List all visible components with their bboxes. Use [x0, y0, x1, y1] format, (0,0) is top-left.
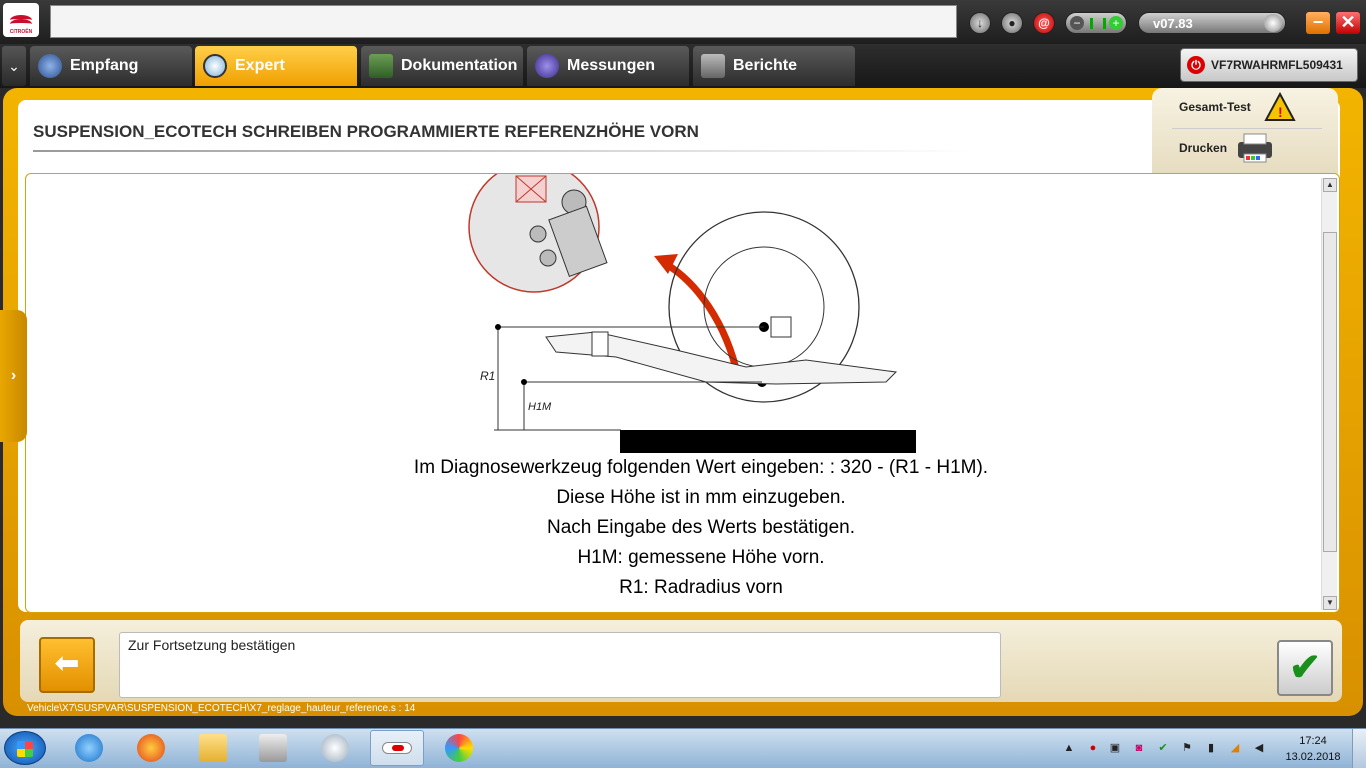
tray-flag-icon[interactable]: ⚑: [1180, 741, 1194, 755]
tab-empfang[interactable]: Empfang: [30, 46, 192, 86]
vin-label: VF7RWAHRMFL509431: [1211, 58, 1343, 72]
version-badge[interactable]: v07.83: [1138, 12, 1286, 34]
plus-icon[interactable]: +: [1109, 16, 1123, 30]
scroll-up-icon[interactable]: ▲: [1323, 178, 1337, 192]
message-text: Zur Fortsetzung bestätigen: [128, 637, 296, 653]
power-icon: ⏻: [1187, 56, 1205, 74]
tray-stop-icon[interactable]: ●: [1086, 741, 1100, 755]
book-icon: [369, 54, 393, 78]
drucken-button[interactable]: Drucken: [1179, 141, 1227, 155]
page-title: SUSPENSION_ECOTECH SCHREIBEN PROGRAMMIER…: [33, 122, 699, 141]
clock-date: 13.02.2018: [1285, 751, 1341, 763]
taskbar-calculator[interactable]: [246, 730, 300, 766]
windows-logo-icon: [17, 741, 33, 757]
side-panel-toggle[interactable]: ›: [0, 310, 27, 442]
taskbar-clock[interactable]: 17:24 13.02.2018: [1280, 733, 1346, 765]
taskbar-diagbox[interactable]: [370, 730, 424, 766]
start-button[interactable]: [4, 731, 46, 765]
side-actions: Gesamt-Test ! Drucken: [1152, 88, 1338, 174]
title-underline: [33, 150, 973, 152]
tab-label: Expert: [235, 57, 285, 74]
tray-media-icon[interactable]: ▣: [1108, 741, 1122, 755]
tab-berichte[interactable]: Berichte: [693, 46, 855, 86]
chevron-mark-icon: [10, 19, 32, 29]
address-field[interactable]: [50, 5, 957, 38]
vin-button[interactable]: ⏻ VF7RWAHRMFL509431: [1180, 48, 1358, 82]
ground-bar: [620, 430, 916, 453]
close-button[interactable]: ✕: [1336, 12, 1360, 34]
show-desktop-button[interactable]: [1352, 729, 1366, 768]
diagnostic-tool-icon: [321, 734, 349, 762]
folder-icon: [199, 734, 227, 762]
tray-app-icon[interactable]: ◙: [1132, 741, 1146, 755]
minimize-button[interactable]: −: [1306, 12, 1330, 34]
tab-messungen[interactable]: Messungen: [527, 46, 689, 86]
internet-explorer-icon: [75, 734, 103, 762]
firefox-icon: [137, 734, 165, 762]
magnifier-icon: [203, 54, 227, 78]
content-box: R1 H1M Im Diagnosewerkzeug folgenden Wer…: [25, 173, 1340, 613]
suspension-diagram: R1 H1M: [468, 174, 916, 453]
taskbar-diag-tool[interactable]: [308, 730, 362, 766]
instruction-line-3: Nach Eingabe des Werts bestätigen.: [546, 517, 856, 538]
tray-battery-icon[interactable]: ▮: [1204, 741, 1218, 755]
diagbox-icon: [382, 742, 412, 754]
instruction-line-1: Im Diagnosewerkzeug folgenden Wert einge…: [413, 457, 989, 478]
instruction-line-5: R1: Radradius vorn: [619, 577, 783, 598]
minus-icon[interactable]: −: [1070, 16, 1084, 30]
actions-separator: [1172, 128, 1322, 129]
tray-volume-icon[interactable]: ◀: [1252, 741, 1266, 755]
gesamt-test-button[interactable]: Gesamt-Test: [1179, 100, 1251, 114]
drucken-label: Drucken: [1179, 141, 1228, 155]
download-icon[interactable]: ↓: [969, 12, 991, 34]
back-button[interactable]: ⬅: [39, 637, 95, 693]
version-knob-icon[interactable]: [1264, 14, 1282, 32]
mail-icon[interactable]: @: [1033, 12, 1055, 34]
logo-text: CITROËN: [9, 29, 33, 35]
warning-icon[interactable]: !: [1260, 90, 1300, 122]
paint-icon: [445, 734, 473, 762]
version-label: v07.83: [1153, 16, 1193, 31]
taskbar-firefox[interactable]: [124, 730, 178, 766]
scroll-down-icon[interactable]: ▼: [1323, 596, 1337, 610]
taskbar-explorer[interactable]: [186, 730, 240, 766]
diagram-label-h1m: H1M: [528, 401, 552, 413]
svg-text:!: !: [1278, 104, 1283, 120]
tray-check-icon[interactable]: ✔: [1156, 741, 1170, 755]
gesamt-test-label: Gesamt-Test: [1179, 100, 1251, 114]
tray-signal-icon[interactable]: ◢: [1228, 741, 1242, 755]
instruction-line-4: H1M: gemessene Höhe vorn.: [577, 547, 825, 568]
instruction-line-2: Diese Höhe ist in mm einzugeben.: [556, 487, 846, 508]
printer-icon[interactable]: [1234, 132, 1278, 164]
diagram-label-r1: R1: [480, 369, 495, 383]
report-icon: [701, 54, 725, 78]
waveform-icon: [535, 54, 559, 78]
connection-signal[interactable]: − +: [1065, 12, 1127, 34]
taskbar-ie[interactable]: [62, 730, 116, 766]
clock-time: 17:24: [1299, 735, 1327, 747]
taskbar-paint[interactable]: [432, 730, 486, 766]
tab-label: Messungen: [567, 57, 656, 74]
tray-network-icon[interactable]: ▲: [1062, 741, 1076, 755]
message-box: Zur Fortsetzung bestätigen: [119, 632, 1001, 698]
tab-dokumentation[interactable]: Dokumentation: [361, 46, 523, 86]
menu-chevron-down-icon[interactable]: ⌄: [2, 46, 26, 86]
tab-label: Empfang: [70, 57, 139, 74]
tab-label: Dokumentation: [401, 57, 518, 74]
calculator-icon: [259, 734, 287, 762]
script-path: Vehicle\X7\SUSPVAR\SUSPENSION_ECOTECH\X7…: [27, 703, 416, 714]
confirm-button[interactable]: ✔: [1277, 640, 1333, 696]
tab-label: Berichte: [733, 57, 798, 74]
scroll-thumb[interactable]: [1323, 232, 1337, 552]
user-icon[interactable]: ●: [1001, 12, 1023, 34]
tab-expert[interactable]: Expert: [195, 46, 357, 86]
content-scrollbar[interactable]: ▲ ▼: [1321, 178, 1337, 610]
gauge-icon: [38, 54, 62, 78]
signal-bars-icon: [1090, 18, 1106, 29]
citroen-logo: CITROËN: [3, 3, 39, 37]
